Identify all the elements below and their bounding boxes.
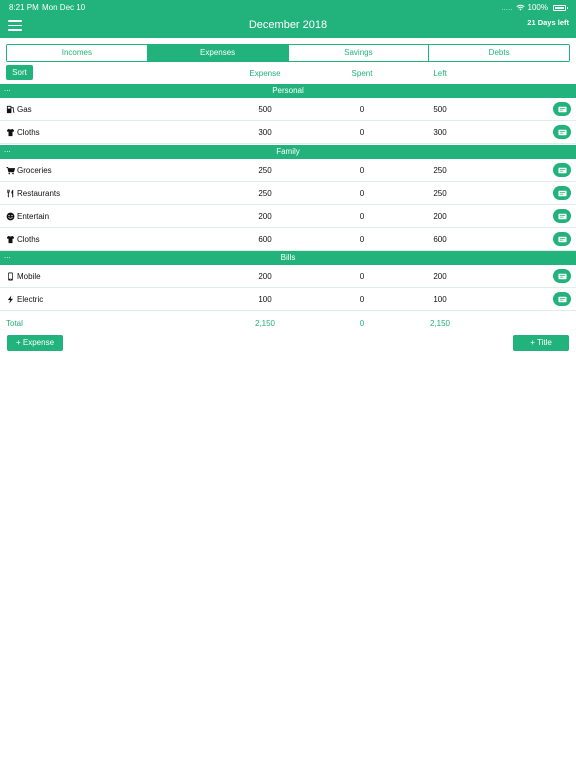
table-row: Mobile 200 0 200 [0, 265, 576, 288]
total-row: Total 2,150 0 2,150 [0, 311, 576, 333]
status-date: Mon Dec 10 [42, 3, 86, 12]
section-header-bills[interactable]: ... Bills [0, 251, 576, 265]
smile-icon [6, 212, 15, 221]
row-left: 250 [433, 166, 447, 175]
total-label: Total [6, 319, 23, 328]
bolt-icon [7, 295, 14, 304]
money-icon [557, 190, 567, 196]
row-expense: 250 [258, 189, 272, 198]
row-expense: 100 [258, 295, 272, 304]
battery-icon [553, 4, 568, 11]
row-name: Cloths [17, 128, 40, 137]
section-title: Bills [280, 253, 296, 262]
mobile-icon [8, 272, 13, 281]
row-spent: 0 [359, 128, 365, 137]
table-row: Groceries 250 0 250 [0, 159, 576, 182]
status-time: 8:21 PM [9, 3, 39, 12]
wifi-icon [516, 4, 525, 11]
row-name: Gas [17, 105, 32, 114]
row-name: Entertain [17, 212, 50, 221]
row-money-button[interactable] [553, 232, 571, 246]
tab-debts[interactable]: Debts [429, 45, 569, 61]
section-title: Family [276, 147, 300, 156]
segmented-tabs: Incomes Expenses Savings Debts [6, 44, 570, 62]
row-spent: 0 [359, 166, 365, 175]
section-header-personal[interactable]: ... Personal [0, 84, 576, 98]
shirt-icon [6, 128, 15, 137]
days-left-label: 21 Days left [527, 18, 569, 27]
app-header: 8:21 PM Mon Dec 10 ..... 100% December 2… [0, 0, 576, 38]
row-expense: 200 [258, 212, 272, 221]
add-expense-button[interactable]: + Expense [7, 335, 63, 351]
total-left: 2,150 [429, 319, 451, 328]
row-left: 600 [433, 235, 447, 244]
money-icon [557, 273, 567, 279]
tab-savings[interactable]: Savings [288, 45, 430, 61]
total-spent: 0 [359, 319, 365, 328]
page-title: December 2018 [248, 19, 328, 31]
cart-icon [6, 166, 15, 175]
sort-button[interactable]: Sort [6, 65, 33, 80]
row-spent: 0 [359, 189, 365, 198]
row-spent: 0 [359, 272, 365, 281]
table-row: Cloths 600 0 600 [0, 228, 576, 251]
signal-dots: ..... [501, 3, 513, 12]
row-name: Cloths [17, 235, 40, 244]
row-name: Groceries [17, 166, 52, 175]
shirt-icon [6, 235, 15, 244]
row-left: 200 [433, 272, 447, 281]
money-icon [557, 106, 567, 112]
table-row: Electric 100 0 100 [0, 288, 576, 311]
money-icon [557, 129, 567, 135]
battery-percent: 100% [527, 3, 548, 12]
table-row: Gas 500 0 500 [0, 98, 576, 121]
row-spent: 0 [359, 105, 365, 114]
row-money-button[interactable] [553, 125, 571, 139]
table-row: Restaurants 250 0 250 [0, 182, 576, 205]
table-row: Entertain 200 0 200 [0, 205, 576, 228]
row-money-button[interactable] [553, 163, 571, 177]
row-expense: 300 [258, 128, 272, 137]
row-left: 100 [433, 295, 447, 304]
row-money-button[interactable] [553, 292, 571, 306]
row-left: 200 [433, 212, 447, 221]
row-money-button[interactable] [553, 209, 571, 223]
row-name: Mobile [17, 272, 41, 281]
add-title-button[interactable]: + Title [513, 335, 569, 351]
utensils-icon [7, 189, 14, 198]
row-left: 300 [433, 128, 447, 137]
row-name: Electric [17, 295, 44, 304]
row-expense: 600 [258, 235, 272, 244]
row-left: 250 [433, 189, 447, 198]
row-left: 500 [433, 105, 447, 114]
tab-incomes[interactable]: Incomes [7, 45, 148, 61]
status-indicators: ..... 100% [501, 3, 568, 12]
row-expense: 200 [258, 272, 272, 281]
row-money-button[interactable] [553, 269, 571, 283]
fuel-icon [6, 105, 15, 114]
tab-expenses[interactable]: Expenses [147, 45, 289, 61]
column-header-left: Left [433, 69, 447, 78]
collapse-dots-icon[interactable]: ... [4, 143, 11, 157]
money-icon [557, 167, 567, 173]
row-money-button[interactable] [553, 102, 571, 116]
money-icon [557, 296, 567, 302]
row-name: Restaurants [17, 189, 61, 198]
column-header-spent: Spent [351, 69, 373, 78]
section-title: Personal [272, 86, 304, 95]
row-expense: 500 [258, 105, 272, 114]
row-spent: 0 [359, 295, 365, 304]
section-header-family[interactable]: ... Family [0, 145, 576, 159]
table-row: Cloths 300 0 300 [0, 121, 576, 144]
money-icon [557, 213, 567, 219]
row-spent: 0 [359, 212, 365, 221]
money-icon [557, 236, 567, 242]
row-money-button[interactable] [553, 186, 571, 200]
row-spent: 0 [359, 235, 365, 244]
total-expense: 2,150 [254, 319, 276, 328]
row-expense: 250 [258, 166, 272, 175]
collapse-dots-icon[interactable]: ... [4, 249, 11, 263]
collapse-dots-icon[interactable]: ... [4, 82, 11, 96]
column-header-expense: Expense [249, 69, 281, 78]
